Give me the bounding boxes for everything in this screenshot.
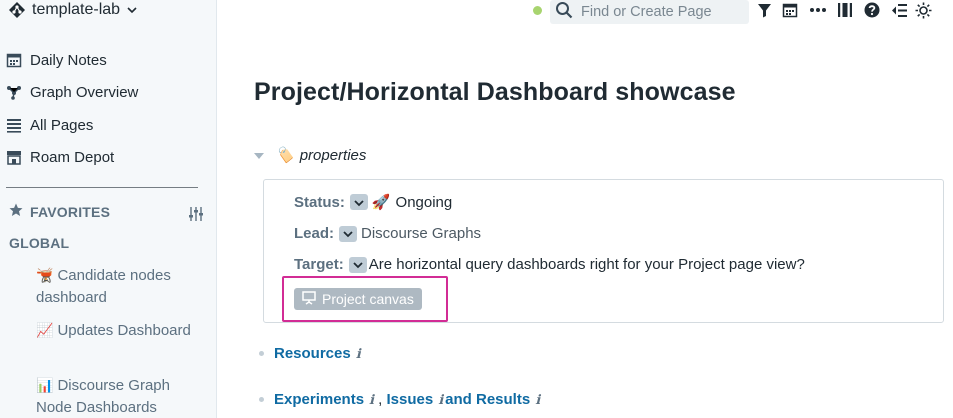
git-branch-icon [8, 1, 26, 19]
lead-value: Discourse Graphs [361, 225, 482, 242]
favorites-header[interactable]: FAVORITES [9, 203, 110, 220]
experiments-link[interactable]: Experiments [274, 391, 364, 408]
right-sidebar-icon[interactable] [890, 1, 908, 19]
separator-comma: , [374, 391, 387, 408]
calendar-icon[interactable] [781, 1, 799, 19]
star-icon [9, 203, 23, 220]
sync-status-dot [533, 6, 542, 15]
shortcut-node-dashboards[interactable]: 📊 Discourse Graph Node Dashboards [36, 374, 206, 418]
collapse-caret-icon[interactable] [254, 153, 264, 159]
bar-chart-icon: 📊 [36, 377, 54, 393]
fondue-icon: 🫕 [36, 267, 54, 283]
sidebar-item-daily-notes[interactable]: Daily Notes [6, 49, 107, 71]
help-icon[interactable] [863, 1, 881, 19]
lead-dropdown[interactable] [339, 225, 358, 242]
block-bullet[interactable] [259, 397, 264, 402]
sidebar-toggle-icon[interactable] [836, 1, 854, 19]
resources-block: Resources ℹ [274, 345, 361, 362]
lead-property: Lead: Discourse Graphs [294, 225, 481, 242]
properties-label: properties [299, 146, 367, 164]
filter-icon[interactable] [755, 1, 773, 19]
sidebar-divider [6, 187, 198, 188]
more-icon[interactable] [809, 1, 827, 19]
status-dropdown[interactable] [349, 194, 368, 211]
info-icon[interactable]: ℹ [438, 393, 443, 408]
sidebar-item-label: All Pages [30, 116, 94, 134]
status-property: Status: 🚀 Ongoing [294, 193, 453, 212]
favorites-label: FAVORITES [30, 203, 111, 220]
page-title[interactable]: Project/Horizontal Dashboard showcase [254, 78, 736, 107]
info-icon[interactable]: ℹ [356, 347, 361, 362]
sidebar-item-label: Daily Notes [30, 51, 107, 69]
chevron-down-icon [343, 225, 353, 242]
resources-link[interactable]: Resources [274, 345, 351, 362]
chevron-down-icon [353, 256, 363, 273]
rocket-icon: 🚀 [371, 194, 391, 211]
shortcut-label: Updates Dashboard [57, 322, 191, 339]
shortcut-updates-dashboard[interactable]: 📈 Updates Dashboard [36, 319, 206, 342]
results-link[interactable]: and Results [445, 391, 530, 408]
label-tag-icon: 🏷️ [275, 147, 294, 164]
shortcut-label: Candidate nodes dashboard [36, 267, 171, 306]
target-value: Are horizontal query dashboards right fo… [368, 256, 805, 273]
annotation-highlight-box [282, 276, 448, 322]
store-icon [6, 149, 22, 165]
list-icon [6, 117, 22, 133]
status-label: Status: [294, 193, 345, 211]
shortcut-candidate-nodes[interactable]: 🫕 Candidate nodes dashboard [36, 264, 206, 309]
search-icon [555, 1, 573, 24]
block-bullet[interactable] [259, 351, 264, 356]
graph-name: template-lab [32, 1, 121, 18]
settings-sun-icon[interactable] [914, 1, 932, 19]
target-property: Target: Are horizontal query dashboards … [294, 256, 805, 273]
sidebar-item-graph-overview[interactable]: Graph Overview [6, 81, 138, 103]
sidebar-item-all-pages[interactable]: All Pages [6, 114, 93, 136]
issues-link[interactable]: Issues [387, 391, 434, 408]
graph-switcher[interactable]: template-lab [8, 0, 138, 20]
chevron-down-icon [354, 194, 364, 211]
properties-block[interactable]: 🏷️ properties [275, 146, 367, 165]
calendar-icon [6, 52, 22, 68]
lead-label: Lead: [294, 225, 335, 242]
shortcut-label: Discourse Graph Node Dashboards [36, 377, 170, 416]
info-icon[interactable]: ℹ [535, 393, 540, 408]
sidebar-item-label: Roam Depot [30, 148, 115, 166]
status-value: Ongoing [395, 193, 453, 211]
sidebar-item-roam-depot[interactable]: Roam Depot [6, 146, 114, 168]
search-input[interactable] [581, 4, 741, 20]
search-bar[interactable] [550, 0, 749, 24]
sliders-icon[interactable] [188, 206, 204, 227]
chart-increasing-icon: 📈 [36, 322, 54, 338]
experiments-block: Experiments ℹ , Issues ℹ and Results ℹ [274, 391, 540, 408]
graph-icon [6, 84, 22, 100]
left-sidebar: template-lab Daily Notes Graph Overview … [0, 0, 217, 418]
sidebar-item-label: Graph Overview [30, 83, 139, 101]
target-dropdown[interactable] [348, 256, 367, 273]
global-section-label: GLOBAL [9, 235, 70, 251]
chevron-down-icon [126, 4, 138, 16]
target-label: Target: [294, 256, 344, 273]
